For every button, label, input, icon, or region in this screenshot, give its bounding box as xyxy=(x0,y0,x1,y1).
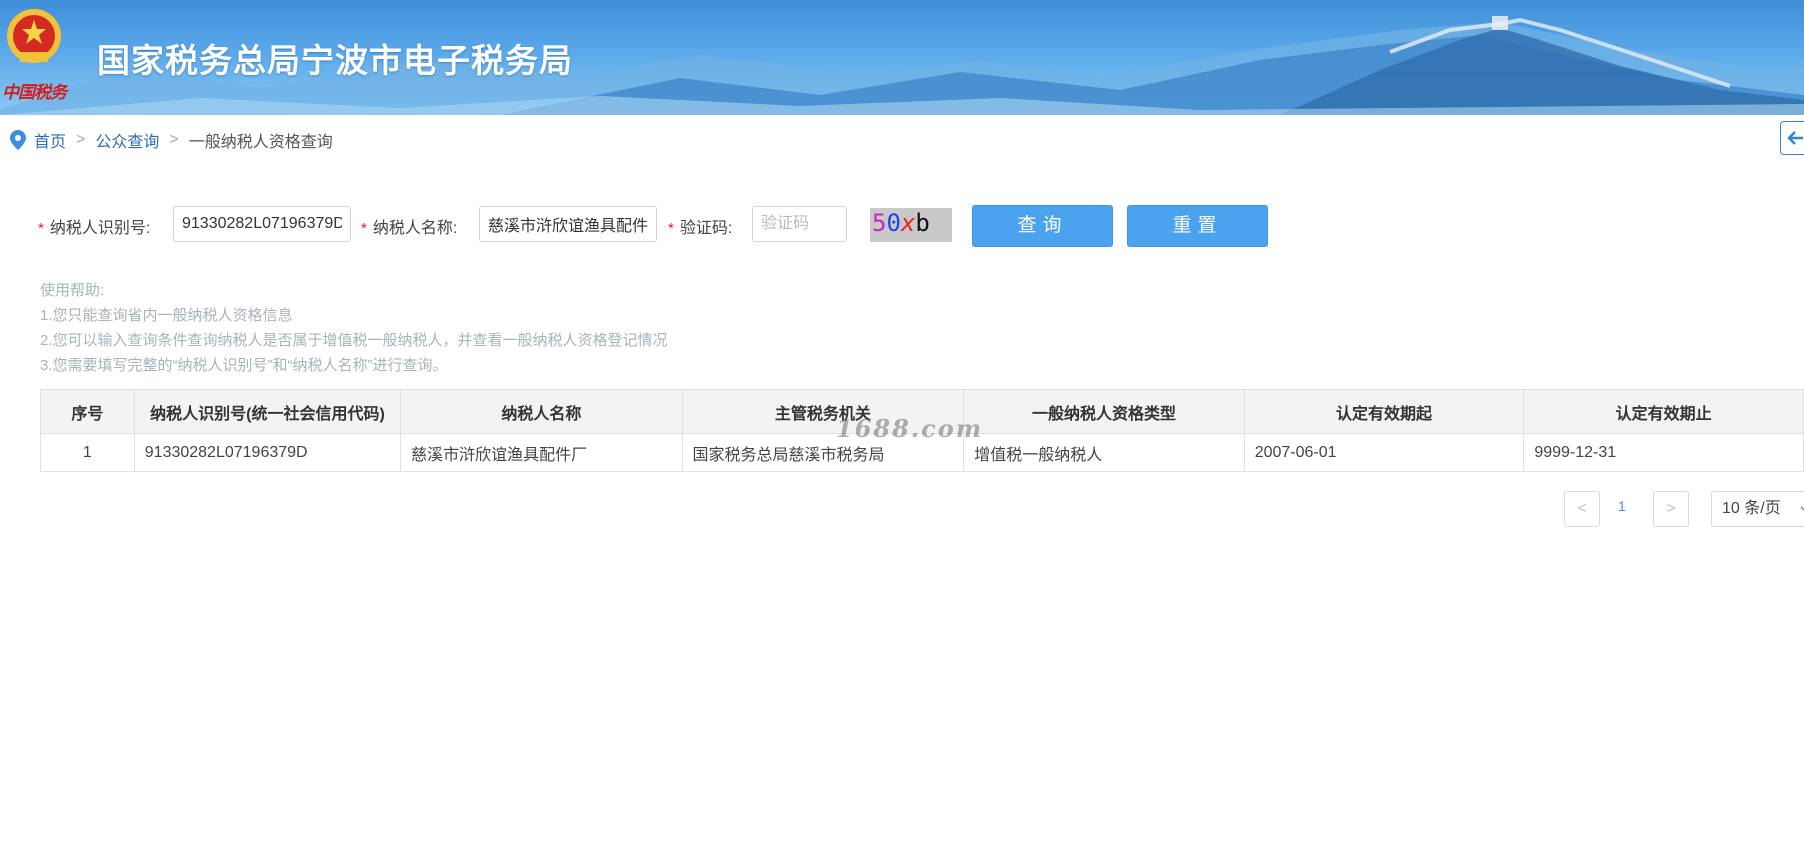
taxpayer-id-input[interactable] xyxy=(173,206,351,242)
location-pin-icon xyxy=(10,130,26,150)
column-header: 一般纳税人资格类型 xyxy=(963,389,1245,434)
chevron-down-icon xyxy=(1800,506,1804,512)
table-cell: 2007-06-01 xyxy=(1243,433,1525,472)
help-title: 使用帮助: xyxy=(40,282,105,299)
help-line: 3.您需要填写完整的“纳税人识别号”和“纳税人名称”进行查询。 xyxy=(40,357,448,374)
breadcrumb: 首页 > 公众查询 > 一般纳税人资格查询 xyxy=(10,129,333,151)
table-cell: 91330282L07196379D xyxy=(133,433,402,472)
back-button[interactable] xyxy=(1780,121,1804,155)
page-size-select[interactable]: 10 条/页 xyxy=(1711,491,1804,527)
watermark: 1688.com xyxy=(836,414,984,443)
breadcrumb-public-query-link[interactable]: 公众查询 xyxy=(95,128,159,152)
reset-button[interactable]: 重置 xyxy=(1127,205,1268,247)
help-line: 1.您只能查询省内一般纳税人资格信息 xyxy=(40,307,293,324)
header-banner: 中国税务 国家税务总局宁波市电子税务局 xyxy=(0,0,1804,115)
table-cell: 慈溪市浒欣谊渔具配件厂 xyxy=(400,433,683,472)
query-button[interactable]: 查询 xyxy=(972,205,1113,247)
help-line: 2.您可以输入查询条件查询纳税人是否属于增值税一般纳税人，并查看一般纳税人资格登… xyxy=(40,332,668,349)
captcha-input[interactable] xyxy=(752,206,847,242)
breadcrumb-home-link[interactable]: 首页 xyxy=(34,128,66,152)
table-cell: 9999-12-31 xyxy=(1523,433,1804,472)
page-number[interactable]: 1 xyxy=(1618,498,1626,514)
column-header: 序号 xyxy=(40,389,135,434)
table-cell: 1 xyxy=(40,433,135,472)
emblem-caption: 中国税务 xyxy=(2,83,67,103)
back-arrow-icon xyxy=(1787,131,1803,145)
breadcrumb-separator: > xyxy=(76,131,86,148)
site-title: 国家税务总局宁波市电子税务局 xyxy=(97,42,573,79)
breadcrumb-current: 一般纳税人资格查询 xyxy=(188,134,333,151)
breadcrumb-separator: > xyxy=(169,131,179,148)
next-page-button[interactable]: > xyxy=(1653,491,1689,527)
column-header: 纳税人识别号(统一社会信用代码) xyxy=(133,389,402,434)
taxpayer-name-label: * 纳税人名称: xyxy=(361,220,458,237)
taxpayer-id-label: * 纳税人识别号: xyxy=(38,220,151,237)
captcha-label: * 验证码: xyxy=(668,220,733,237)
taxpayer-name-input[interactable] xyxy=(479,206,657,242)
help-section: 使用帮助: 1.您只能查询省内一般纳税人资格信息 2.您可以输入查询条件查询纳税… xyxy=(40,278,668,378)
column-header: 认定有效期起 xyxy=(1243,389,1525,434)
table-cell: 增值税一般纳税人 xyxy=(963,433,1245,472)
tax-emblem-icon xyxy=(7,9,61,63)
prev-page-button[interactable]: < xyxy=(1564,491,1600,527)
column-header: 纳税人名称 xyxy=(400,389,683,434)
captcha-image[interactable]: 50xb xyxy=(870,208,952,242)
column-header: 认定有效期止 xyxy=(1523,389,1804,434)
